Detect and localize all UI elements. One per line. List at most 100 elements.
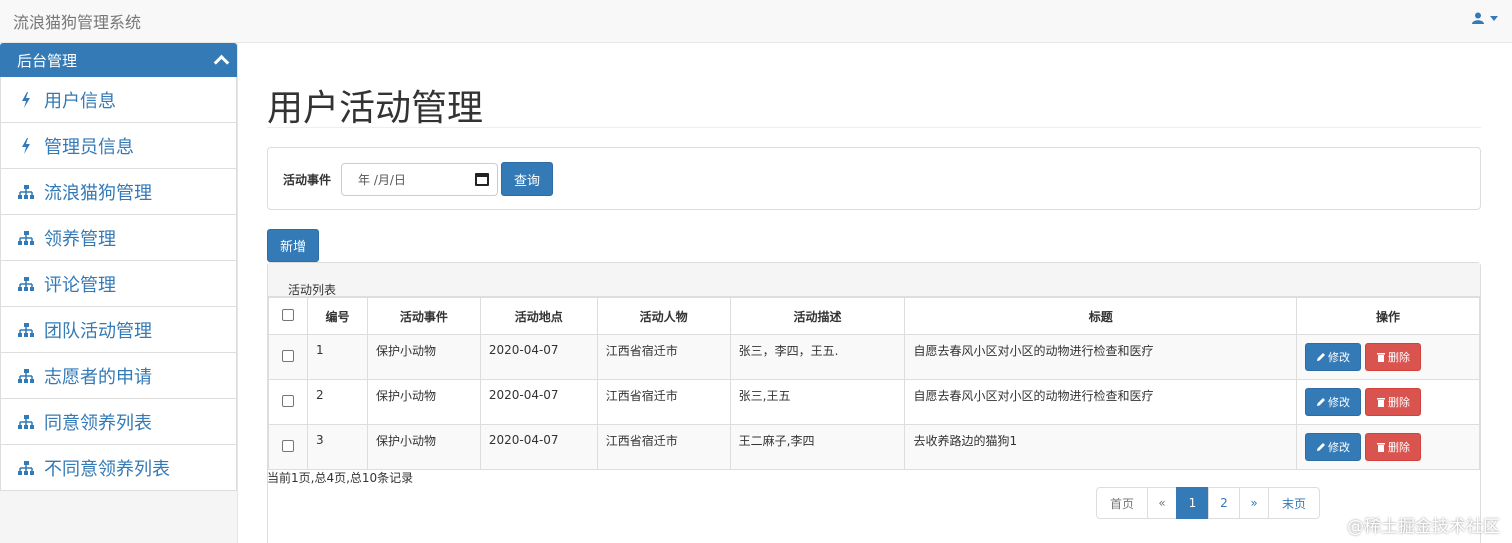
- cell-place: 2020-04-07: [488, 388, 559, 402]
- column-header: 编号: [306, 297, 368, 335]
- cell-desc: 张三，李四，王五.: [738, 343, 839, 358]
- column-header: 活动人物: [596, 297, 731, 335]
- query-button[interactable]: 查询: [501, 162, 553, 196]
- sidebar-item-label: 领养管理: [44, 228, 116, 250]
- table-row: 2 保护小动物 2020-04-07 江西省宿迁市 张三,王五 自愿去春风小区对…: [268, 379, 1480, 425]
- pencil-icon: [1317, 353, 1326, 361]
- column-header: 标题: [904, 297, 1298, 335]
- sidebar-item-label: 用户信息: [44, 90, 116, 112]
- cell-person: 江西省宿迁市: [605, 388, 678, 403]
- divider: [267, 127, 1481, 128]
- sitemap-icon: [18, 322, 34, 337]
- table-row: 1 保护小动物 2020-04-07 江西省宿迁市 张三，李四，王五. 自愿去春…: [268, 334, 1480, 380]
- sidebar-item-team-activities[interactable]: 团队活动管理: [0, 307, 237, 353]
- sidebar-item-rejected-adoptions[interactable]: 不同意领养列表: [0, 445, 237, 491]
- app-title[interactable]: 流浪猫狗管理系统: [13, 9, 141, 33]
- bolt-icon: [22, 91, 30, 108]
- trash-icon: [1377, 398, 1386, 407]
- delete-button[interactable]: 删除: [1365, 343, 1422, 371]
- row-checkbox[interactable]: [281, 349, 294, 362]
- list-title: 活动列表: [268, 263, 1480, 297]
- cell-event: 保护小动物: [375, 388, 436, 403]
- add-button[interactable]: 新增: [267, 229, 319, 262]
- sidebar-item-label: 流浪猫狗管理: [44, 182, 152, 204]
- sidebar-item-label: 评论管理: [44, 274, 116, 296]
- main-content: 用户活动管理 活动事件 年 /月/日 查询 新增 活动列表 编号 活动事件 活动…: [267, 43, 1481, 543]
- table-header-row: 编号 活动事件 活动地点 活动人物 活动描述 标题 操作: [268, 297, 1480, 335]
- cell-place: 2020-04-07: [488, 343, 559, 357]
- edit-button[interactable]: 修改: [1305, 433, 1362, 461]
- select-all-checkbox[interactable]: [281, 308, 294, 321]
- sidebar-item-user-info[interactable]: 用户信息: [0, 77, 237, 123]
- sidebar-header[interactable]: 后台管理: [0, 43, 237, 77]
- sidebar-header-label: 后台管理: [17, 51, 78, 70]
- cell-id: 3: [315, 433, 324, 447]
- edit-label: 修改: [1328, 351, 1351, 364]
- column-header: 操作: [1296, 297, 1480, 335]
- cell-event: 保护小动物: [375, 343, 436, 358]
- page-last[interactable]: 末页: [1268, 487, 1320, 519]
- watermark: @稀土掘金技术社区: [1347, 517, 1500, 537]
- page-title: 用户活动管理: [267, 88, 484, 129]
- sitemap-icon: [18, 368, 34, 383]
- cell-desc: 王二麻子,李四: [738, 433, 815, 448]
- sidebar-item-label: 团队活动管理: [44, 320, 152, 342]
- chevron-down-icon: [1490, 15, 1498, 21]
- table-row: 3 保护小动物 2020-04-07 江西省宿迁市 王二麻子,李四 去收养路边的…: [268, 424, 1480, 470]
- search-panel: 活动事件 年 /月/日 查询: [267, 147, 1481, 210]
- page-2[interactable]: 2: [1208, 487, 1240, 519]
- row-actions: 修改 删除: [1305, 343, 1471, 371]
- cell-title: 去收养路边的猫狗1: [913, 433, 1018, 448]
- row-actions: 修改 删除: [1305, 388, 1471, 416]
- page-1[interactable]: 1: [1176, 487, 1209, 519]
- sidebar-item-volunteer-applications[interactable]: 志愿者的申请: [0, 353, 237, 399]
- pencil-icon: [1317, 398, 1326, 406]
- trash-icon: [1377, 353, 1386, 362]
- sitemap-icon: [18, 460, 34, 475]
- edit-button[interactable]: 修改: [1305, 388, 1362, 416]
- chevron-up-icon: [213, 54, 230, 71]
- bolt-icon: [22, 137, 30, 154]
- page-next[interactable]: »: [1239, 487, 1269, 519]
- page-prev[interactable]: «: [1147, 487, 1177, 519]
- sidebar-item-label: 不同意领养列表: [44, 458, 170, 480]
- delete-label: 删除: [1388, 441, 1411, 454]
- sidebar-item-admin-info[interactable]: 管理员信息: [0, 123, 237, 169]
- delete-label: 删除: [1388, 396, 1411, 409]
- sidebar-item-adoption[interactable]: 领养管理: [0, 215, 237, 261]
- user-menu-toggle[interactable]: [1472, 12, 1498, 24]
- cell-title: 自愿去春风小区对小区的动物进行检查和医疗: [913, 388, 1154, 403]
- cell-id: 2: [315, 388, 324, 402]
- top-navbar: 流浪猫狗管理系统: [0, 0, 1512, 43]
- delete-button[interactable]: 删除: [1365, 433, 1422, 461]
- activity-table: 编号 活动事件 活动地点 活动人物 活动描述 标题 操作 1 保护小动物 202…: [268, 297, 1480, 470]
- edit-button[interactable]: 修改: [1305, 343, 1362, 371]
- page-info: 当前1页,总4页,总10条记录: [267, 471, 414, 485]
- date-input[interactable]: 年 /月/日: [341, 163, 498, 196]
- delete-button[interactable]: 删除: [1365, 388, 1422, 416]
- delete-label: 删除: [1388, 351, 1411, 364]
- search-label: 活动事件: [283, 173, 332, 187]
- row-checkbox[interactable]: [281, 394, 294, 407]
- sitemap-icon: [18, 276, 34, 291]
- cell-person: 江西省宿迁市: [605, 343, 678, 358]
- cell-id: 1: [315, 343, 324, 357]
- edit-label: 修改: [1328, 441, 1351, 454]
- sitemap-icon: [18, 184, 34, 199]
- calendar-icon[interactable]: [475, 173, 489, 186]
- row-checkbox[interactable]: [281, 439, 294, 452]
- sidebar-item-approved-adoptions[interactable]: 同意领养列表: [0, 399, 237, 445]
- select-all-cell: [268, 297, 308, 335]
- sidebar-item-stray-pets[interactable]: 流浪猫狗管理: [0, 169, 237, 215]
- sidebar-item-comments[interactable]: 评论管理: [0, 261, 237, 307]
- user-icon: [1472, 12, 1484, 24]
- cell-place: 2020-04-07: [488, 433, 559, 447]
- cell-event: 保护小动物: [375, 433, 436, 448]
- sidebar-item-label: 管理员信息: [44, 136, 134, 158]
- edit-label: 修改: [1328, 396, 1351, 409]
- cell-person: 江西省宿迁市: [605, 433, 678, 448]
- sidebar: 后台管理 用户信息 管理员信息 流浪猫狗管理 领养管理 评论管理 团队活动管理: [0, 43, 238, 543]
- pencil-icon: [1317, 443, 1326, 451]
- sidebar-item-label: 志愿者的申请: [44, 366, 152, 388]
- page-first[interactable]: 首页: [1096, 487, 1148, 519]
